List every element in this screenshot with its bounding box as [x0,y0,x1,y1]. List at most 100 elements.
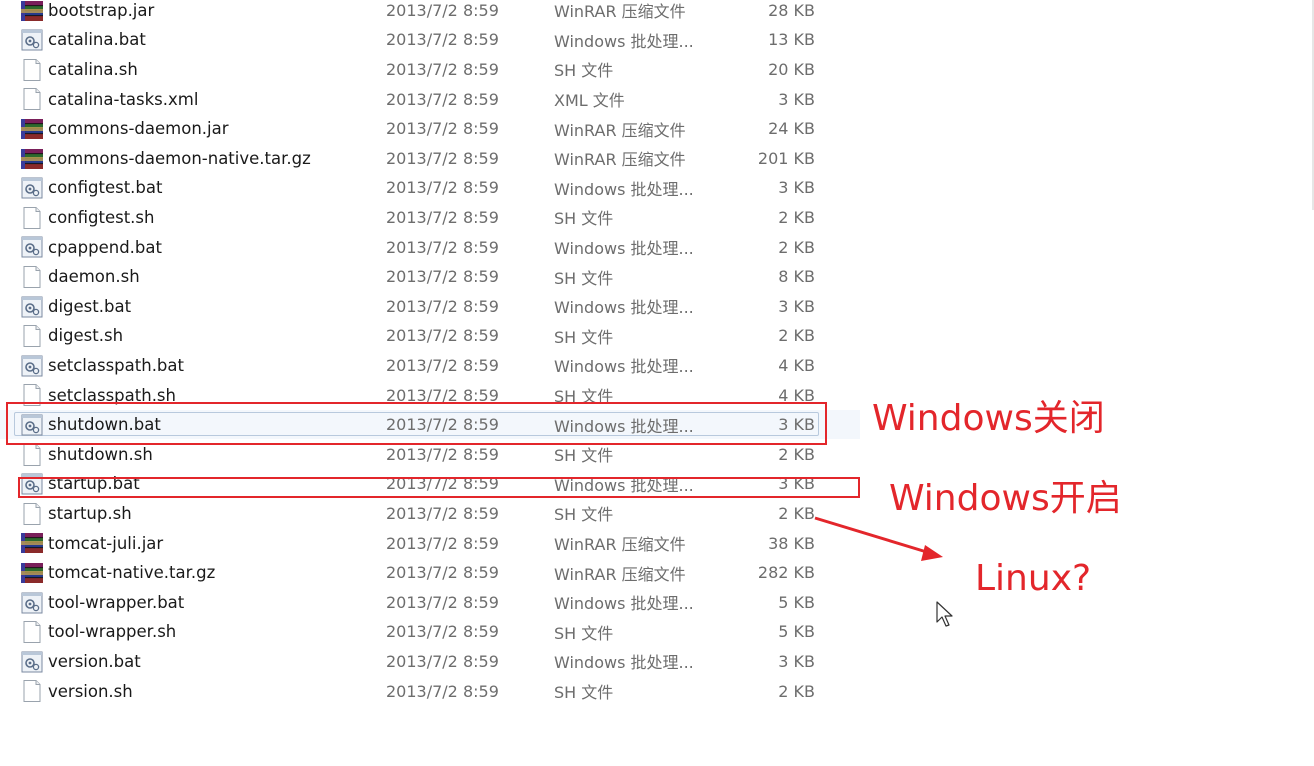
file-row[interactable]: catalina.bat 2013/7/2 8:59 Windows 批处理... 1… [0,25,860,55]
batch-file-icon [20,592,44,614]
file-name: version.bat [48,651,141,671]
file-row[interactable]: tool-wrapper.sh 2013/7/2 8:59 SH 文件 5 KB [0,617,860,647]
file-type: SH 文件 [554,623,614,643]
batch-file-icon [20,236,44,258]
file-type: WinRAR 压缩文件 [554,2,686,22]
blank-file-icon [20,325,44,348]
file-size: 20 KB [768,59,815,79]
winrar-archive-icon [20,148,44,170]
file-size: 5 KB [778,622,815,642]
file-type: WinRAR 压缩文件 [554,120,686,140]
file-row[interactable]: digest.bat 2013/7/2 8:59 Windows 批处理... 3 K… [0,292,860,322]
file-row[interactable]: daemon.sh 2013/7/2 8:59 SH 文件 8 KB [0,262,860,292]
file-name: catalina.sh [48,59,138,79]
file-date-modified: 2013/7/2 8:59 [386,622,499,642]
file-type: Windows 批处理... [554,31,694,51]
file-name: commons-daemon.jar [48,119,229,139]
startup-bat-annotation-box [18,477,860,498]
file-date-modified: 2013/7/2 8:59 [386,267,499,287]
batch-file-icon [20,651,44,673]
file-type: XML 文件 [554,91,625,111]
file-row[interactable]: bootstrap.jar 2013/7/2 8:59 WinRAR 压缩文件 28 … [0,0,860,25]
windows-close-annotation: Windows关闭 [872,398,1105,439]
file-row[interactable]: cpappend.bat 2013/7/2 8:59 Windows 批处理... 2… [0,232,860,262]
file-date-modified: 2013/7/2 8:59 [386,355,499,375]
file-name: daemon.sh [48,267,140,287]
file-row[interactable]: catalina.sh 2013/7/2 8:59 SH 文件 20 KB [0,55,860,85]
file-size: 38 KB [768,533,815,553]
file-row[interactable]: tool-wrapper.bat 2013/7/2 8:59 Windows 批处理… [0,588,860,618]
file-type: WinRAR 压缩文件 [554,535,686,555]
file-name: cpappend.bat [48,237,162,257]
mouse-cursor-icon [936,601,953,627]
file-type: Windows 批处理... [554,179,694,199]
batch-file-icon [20,296,44,318]
file-date-modified: 2013/7/2 8:59 [386,503,499,523]
file-date-modified: 2013/7/2 8:59 [386,592,499,612]
file-date-modified: 2013/7/2 8:59 [386,326,499,346]
file-date-modified: 2013/7/2 8:59 [386,119,499,139]
winrar-archive-icon [20,0,44,22]
file-type: Windows 批处理... [554,239,694,259]
file-size: 3 KB [778,296,815,316]
file-date-modified: 2013/7/2 8:59 [386,533,499,553]
file-row[interactable]: commons-daemon-native.tar.gz 2013/7/2 8:5… [0,144,860,174]
file-date-modified: 2013/7/2 8:59 [386,30,499,50]
blank-file-icon [20,443,44,466]
file-size: 2 KB [778,444,815,464]
file-date-modified: 2013/7/2 8:59 [386,563,499,583]
file-type: SH 文件 [554,446,614,466]
file-row[interactable]: tomcat-native.tar.gz 2013/7/2 8:59 WinRAR … [0,558,860,588]
file-date-modified: 2013/7/2 8:59 [386,444,499,464]
batch-file-icon [20,177,44,199]
file-date-modified: 2013/7/2 8:59 [386,0,499,20]
file-date-modified: 2013/7/2 8:59 [386,207,499,227]
winrar-archive-icon [20,118,44,140]
file-row[interactable]: commons-daemon.jar 2013/7/2 8:59 WinRAR 压缩… [0,114,860,144]
file-name: startup.sh [48,503,132,523]
file-row[interactable]: version.sh 2013/7/2 8:59 SH 文件 2 KB [0,676,860,706]
file-name: bootstrap.jar [48,0,155,20]
file-date-modified: 2013/7/2 8:59 [386,148,499,168]
file-size: 3 KB [778,651,815,671]
file-type: Windows 批处理... [554,594,694,614]
file-type: SH 文件 [554,268,614,288]
blank-file-icon [20,206,44,229]
file-row[interactable]: digest.sh 2013/7/2 8:59 SH 文件 2 KB [0,321,860,351]
file-size: 2 KB [778,237,815,257]
file-type: SH 文件 [554,505,614,525]
file-size: 24 KB [768,119,815,139]
file-name: version.sh [48,681,133,701]
file-name: tomcat-juli.jar [48,533,164,553]
file-row[interactable]: catalina-tasks.xml 2013/7/2 8:59 XML 文件 3 K… [0,84,860,114]
file-size: 2 KB [778,503,815,523]
file-row[interactable]: tomcat-juli.jar 2013/7/2 8:59 WinRAR 压缩文件 3… [0,528,860,558]
shutdown-bat-annotation-box [6,402,827,445]
file-date-modified: 2013/7/2 8:59 [386,237,499,257]
file-type: WinRAR 压缩文件 [554,564,686,584]
file-date-modified: 2013/7/2 8:59 [386,651,499,671]
file-size: 3 KB [778,178,815,198]
file-name: tool-wrapper.bat [48,592,185,612]
file-type: Windows 批处理... [554,653,694,673]
file-row[interactable]: startup.sh 2013/7/2 8:59 SH 文件 2 KB [0,499,860,529]
file-row[interactable]: configtest.bat 2013/7/2 8:59 Windows 批处理..… [0,173,860,203]
winrar-archive-icon [20,562,44,584]
file-type: Windows 批处理... [554,357,694,377]
linux-annotation: Linux? [975,558,1092,599]
file-row[interactable]: configtest.sh 2013/7/2 8:59 SH 文件 2 KB [0,203,860,233]
file-size: 8 KB [778,267,815,287]
file-row[interactable]: version.bat 2013/7/2 8:59 Windows 批处理... 3 … [0,647,860,677]
file-size: 2 KB [778,681,815,701]
file-size: 5 KB [778,592,815,612]
windows-open-annotation: Windows开启 [889,478,1122,519]
file-name: catalina.bat [48,30,146,50]
file-size: 201 KB [757,148,815,168]
file-type: SH 文件 [554,209,614,229]
file-type: Windows 批处理... [554,298,694,318]
file-name: digest.bat [48,296,132,316]
file-row[interactable]: setclasspath.bat 2013/7/2 8:59 Windows 批处理… [0,351,860,381]
batch-file-icon [20,29,44,51]
blank-file-icon [20,58,44,81]
file-size: 3 KB [778,89,815,109]
